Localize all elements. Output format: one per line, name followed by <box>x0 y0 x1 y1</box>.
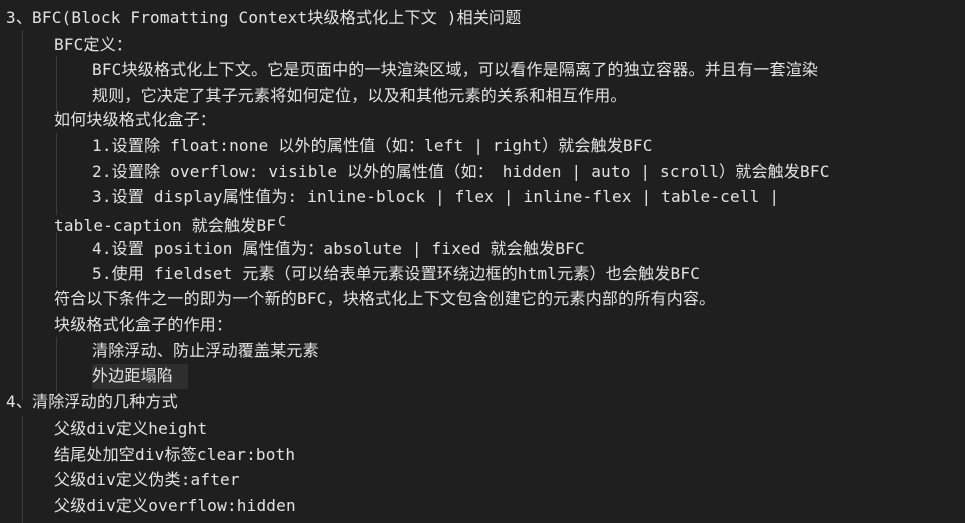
heading-line[interactable]: 3、BFC(Block Fromatting Context块级格式化上下文 )… <box>6 6 521 30</box>
indent-guide <box>56 232 57 288</box>
text-line[interactable]: table-caption 就会触发BF C <box>54 211 286 235</box>
text-line[interactable]: 1.设置除 float:none 以外的属性值（如：left | right）就… <box>92 134 653 158</box>
text-line[interactable]: 符合以下条件之一的即为一个新的BFC，块格式化上下文包含创建它的元素内部的所有内… <box>54 287 715 311</box>
indent-guide <box>56 56 57 112</box>
wrapped-text: table-caption 就会触发BF <box>54 216 277 235</box>
text-editor[interactable]: 3、BFC(Block Fromatting Context块级格式化上下文 )… <box>0 0 965 523</box>
indent-guide <box>56 337 57 393</box>
text-line[interactable]: 父级div定义height <box>54 417 207 441</box>
text-line[interactable]: 2.设置除 overflow: visible 以外的属性值（如： hidden… <box>92 160 830 184</box>
text-line[interactable]: 清除浮动、防止浮动覆盖某元素 <box>92 339 319 363</box>
text-line[interactable]: 4.设置 position 属性值为：absolute | fixed 就会触发… <box>92 237 585 261</box>
text-line[interactable]: 如何块级格式化盒子： <box>54 108 216 132</box>
text-line[interactable]: 块级格式化盒子的作用： <box>54 313 232 337</box>
text-line[interactable]: BFC块级格式化上下文。它是页面中的一块渲染区域，可以看作是隔离了的独立容器。并… <box>92 58 818 82</box>
indent-guide <box>22 416 23 523</box>
text-line[interactable]: 5.使用 fieldset 元素（可以给表单元素设置环绕边框的html元素）也会… <box>92 262 700 286</box>
heading-line[interactable]: 4、清除浮动的几种方式 <box>6 390 178 414</box>
indent-guide <box>56 133 57 215</box>
text-line[interactable]: 父级div定义overflow:hidden <box>54 494 296 518</box>
text-line[interactable]: 外边距塌陷 <box>92 364 173 388</box>
text-line[interactable]: 规则，它决定了其子元素将如何定位，以及和其他元素的关系和相互作用。 <box>92 84 627 108</box>
text-cursor-glyph: C <box>278 215 287 230</box>
text-line[interactable]: 结尾处加空div标签clear:both <box>54 443 295 467</box>
text-line[interactable]: BFC定义： <box>54 33 132 57</box>
indent-guide <box>22 30 23 400</box>
text-line[interactable]: 父级div定义伪类:after <box>54 468 240 492</box>
text-line[interactable]: 3.设置 display属性值为: inline-block | flex | … <box>92 185 779 209</box>
